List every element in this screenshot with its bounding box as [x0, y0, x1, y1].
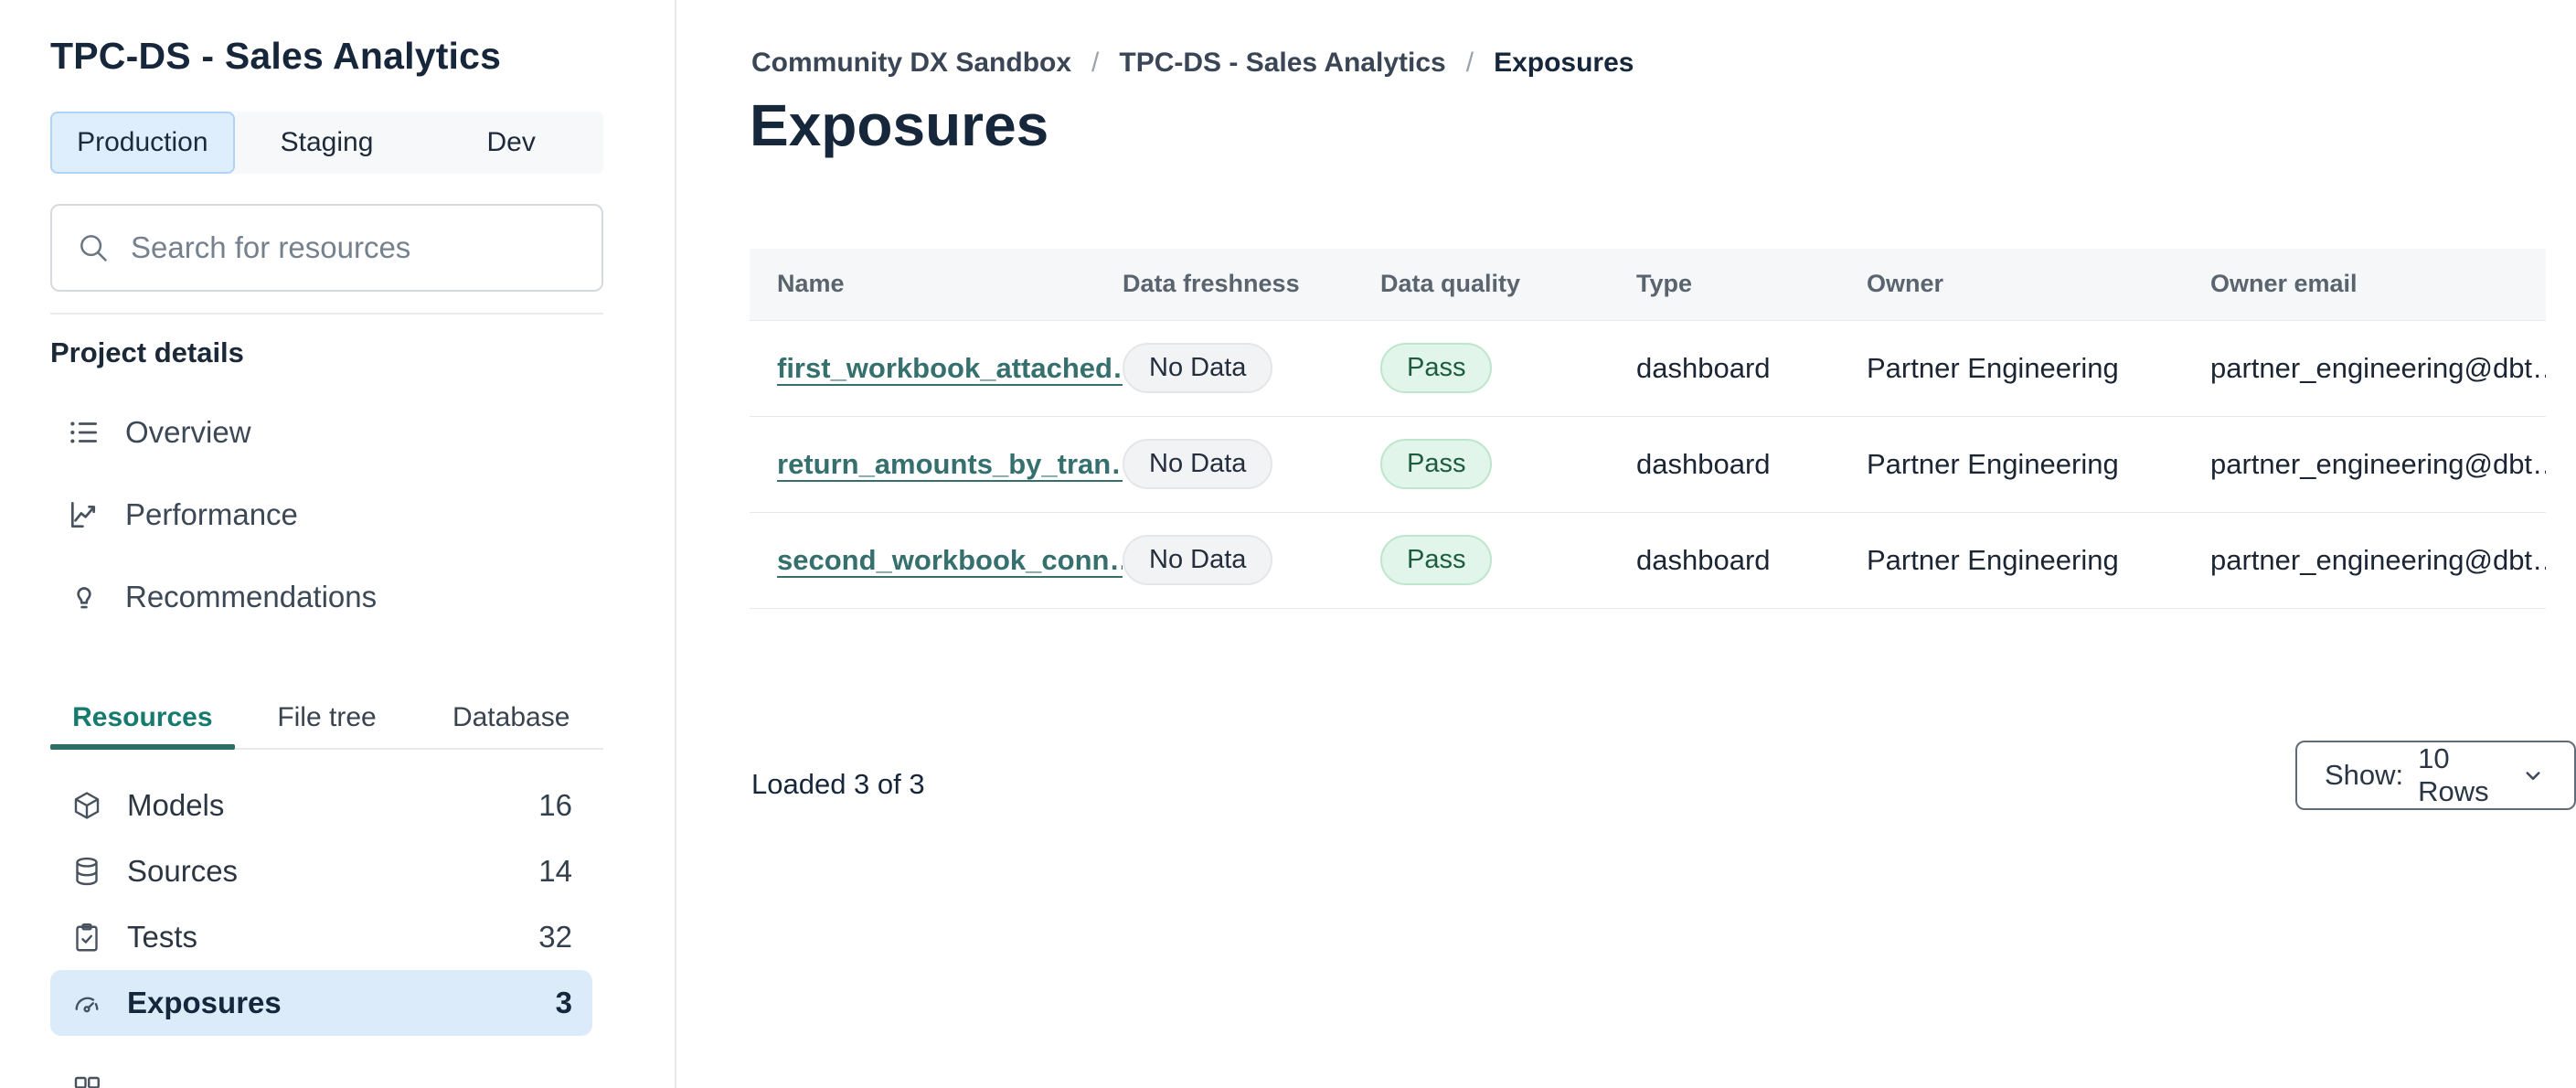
tab-resources[interactable]: Resources: [50, 688, 235, 750]
clipboard-check-icon: [70, 921, 103, 954]
sidebar-item-sources[interactable]: Sources 14: [50, 838, 592, 904]
quality-badge: Pass: [1380, 343, 1493, 393]
gauge-icon: [70, 987, 103, 1019]
project-nav: Overview Performance Recommendations: [50, 391, 603, 638]
search-icon: [76, 230, 111, 265]
page-title: Exposures: [750, 92, 1049, 158]
breadcrumb-current: Exposures: [1494, 48, 1634, 78]
sidebar-item-overview[interactable]: Overview: [50, 391, 603, 474]
sidebar-item-label: Models: [127, 788, 225, 822]
project-details-label: Project details: [50, 336, 244, 368]
lightbulb-icon: [67, 580, 101, 614]
tab-dev[interactable]: Dev: [419, 112, 603, 174]
sidebar-item-label: Tests: [127, 920, 198, 954]
owner-cell: Partner Engineering: [1867, 512, 2210, 609]
rows-per-page-dropdown[interactable]: Show: 10 Rows: [2295, 741, 2576, 810]
type-cell: dashboard: [1636, 320, 1867, 417]
column-header-type: Type: [1636, 249, 1867, 321]
chart-line-icon: [67, 497, 101, 532]
sidebar-item-partial[interactable]: [50, 1056, 592, 1088]
breadcrumb: Community DX Sandbox / TPC-DS - Sales An…: [751, 48, 1634, 79]
freshness-badge: No Data: [1123, 343, 1273, 393]
sidebar-item-label: Recommendations: [125, 580, 378, 613]
column-header-owner: Owner: [1867, 249, 2210, 321]
owner-email-cell: partner_engineering@dbt…: [2210, 512, 2546, 609]
list-icon: [67, 415, 101, 450]
tab-staging[interactable]: Staging: [235, 112, 420, 174]
resource-count: 3: [555, 986, 572, 1019]
project-title: TPC-DS - Sales Analytics: [50, 35, 502, 77]
breadcrumb-project[interactable]: TPC-DS - Sales Analytics: [1119, 48, 1445, 79]
sidebar: TPC-DS - Sales Analytics Production Stag…: [0, 0, 675, 1088]
owner-cell: Partner Engineering: [1867, 416, 2210, 513]
search-box[interactable]: [50, 204, 603, 292]
breadcrumb-account[interactable]: Community DX Sandbox: [751, 48, 1071, 79]
exposures-table: Name Data freshness Data quality Type Ow…: [750, 249, 2546, 609]
owner-cell: Partner Engineering: [1867, 320, 2210, 417]
quality-badge: Pass: [1380, 439, 1493, 489]
cube-icon: [70, 789, 103, 822]
type-cell: dashboard: [1636, 512, 1867, 609]
sidebar-item-label: Performance: [125, 497, 298, 531]
sidebar-item-models[interactable]: Models 16: [50, 773, 592, 838]
database-icon: [70, 855, 103, 888]
sidebar-item-tests[interactable]: Tests 32: [50, 904, 592, 970]
sidebar-item-label: Exposures: [127, 986, 282, 1019]
quality-badge: Pass: [1380, 535, 1493, 585]
table-row: first_workbook_attached… No Data Pass da…: [750, 320, 2546, 417]
breadcrumb-separator: /: [1091, 48, 1100, 78]
tab-production[interactable]: Production: [50, 112, 235, 174]
sidebar-item-performance[interactable]: Performance: [50, 474, 603, 556]
sidebar-item-exposures[interactable]: Exposures 3: [50, 970, 592, 1036]
tab-file-tree[interactable]: File tree: [235, 688, 420, 748]
resource-count: 32: [538, 920, 572, 954]
freshness-badge: No Data: [1123, 535, 1273, 585]
loaded-status: Loaded 3 of 3: [751, 768, 925, 800]
column-header-data-quality: Data quality: [1380, 249, 1636, 321]
freshness-badge: No Data: [1123, 439, 1273, 489]
environment-tabs: Production Staging Dev: [50, 112, 603, 174]
breadcrumb-separator: /: [1465, 48, 1474, 78]
owner-email-cell: partner_engineering@dbt…: [2210, 320, 2546, 417]
table-row: return_amounts_by_tran… No Data Pass das…: [750, 416, 2546, 513]
resource-count: 14: [538, 854, 572, 888]
search-input[interactable]: [131, 230, 578, 265]
sidebar-item-recommendations[interactable]: Recommendations: [50, 556, 603, 638]
grid-icon: [70, 1072, 103, 1088]
type-cell: dashboard: [1636, 416, 1867, 513]
column-header-owner-email: Owner email: [2210, 249, 2546, 321]
owner-email-cell: partner_engineering@dbt…: [2210, 416, 2546, 513]
main-content: Community DX Sandbox / TPC-DS - Sales An…: [676, 0, 2576, 1088]
resource-list: Models 16 Sources 14 Tests 32 Exposures …: [50, 773, 592, 1088]
exposure-name-link[interactable]: second_workbook_conn…: [777, 544, 1123, 576]
exposure-name-link[interactable]: return_amounts_by_tran…: [777, 448, 1123, 480]
chevron-down-icon: [2519, 762, 2547, 789]
exposure-name-link[interactable]: first_workbook_attached…: [777, 352, 1123, 384]
table-header-row: Name Data freshness Data quality Type Ow…: [750, 249, 2546, 321]
sidebar-item-label: Overview: [125, 415, 251, 449]
sidebar-divider: [50, 313, 603, 315]
show-label: Show:: [2325, 759, 2404, 791]
sidebar-item-label: Sources: [127, 854, 239, 888]
tab-database[interactable]: Database: [419, 688, 603, 748]
show-value: 10 Rows: [2418, 742, 2489, 807]
resource-count: 16: [538, 788, 572, 822]
column-header-name: Name: [750, 249, 1123, 321]
column-header-data-freshness: Data freshness: [1123, 249, 1380, 321]
resource-view-tabs: Resources File tree Database: [50, 688, 603, 750]
table-row: second_workbook_conn… No Data Pass dashb…: [750, 512, 2546, 609]
